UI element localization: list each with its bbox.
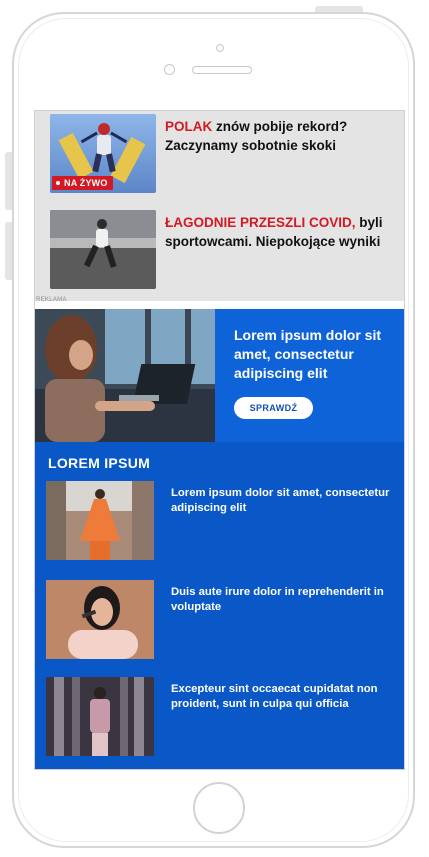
article-thumbnail[interactable] bbox=[46, 481, 154, 560]
check-button[interactable]: SPRAWDŹ bbox=[234, 397, 313, 419]
headline-highlight: POLAK bbox=[165, 119, 213, 134]
phone-screen: NA ŻYWO POLAK znów pobije rekord? Zaczyn… bbox=[34, 110, 405, 770]
live-dot-icon bbox=[56, 180, 60, 185]
volume-down-button bbox=[5, 222, 12, 280]
article-text: Excepteur sint occaecat cupidatat non pr… bbox=[171, 683, 378, 710]
article-text: Duis aute irure dolor in reprehenderit i… bbox=[171, 586, 384, 613]
article-thumbnail[interactable] bbox=[46, 677, 154, 756]
article-card[interactable]: Excepteur sint occaecat cupidatat non pr… bbox=[35, 677, 404, 757]
lorem-ipsum-section: LOREM IPSUM Lorem ipsum dolor sit amet, … bbox=[35, 442, 404, 769]
ad-label: REKLAMA bbox=[36, 297, 67, 303]
news-item[interactable]: ŁAGODNIE PRZESZLI COVID, byli sportowcam… bbox=[35, 210, 404, 290]
article-text: Lorem ipsum dolor sit amet, consectetur … bbox=[171, 487, 390, 514]
live-badge-label: NA ŻYWO bbox=[64, 178, 108, 188]
earpiece-speaker bbox=[192, 66, 252, 74]
ski-jumper-thumbnail[interactable]: NA ŻYWO bbox=[50, 114, 156, 193]
article-card[interactable]: Duis aute irure dolor in reprehenderit i… bbox=[35, 580, 404, 660]
runner-thumbnail[interactable] bbox=[50, 210, 156, 289]
home-button[interactable] bbox=[193, 782, 245, 834]
volume-up-button bbox=[5, 152, 12, 210]
front-camera-icon bbox=[164, 64, 175, 75]
section-title: LOREM IPSUM bbox=[48, 455, 151, 471]
article-card[interactable]: Lorem ipsum dolor sit amet, consectetur … bbox=[35, 481, 404, 561]
news-headline[interactable]: ŁAGODNIE PRZESZLI COVID, byli sportowcam… bbox=[165, 213, 401, 251]
proximity-sensor-icon bbox=[216, 44, 224, 52]
ad-banner[interactable]: Lorem ipsum dolor sit amet, consectetur … bbox=[35, 309, 404, 442]
news-headline[interactable]: POLAK znów pobije rekord? Zaczynamy sobo… bbox=[165, 117, 401, 155]
laptop-woman-image[interactable] bbox=[35, 309, 215, 442]
ad-title: Lorem ipsum dolor sit amet, consectetur … bbox=[234, 327, 382, 381]
power-button bbox=[315, 6, 363, 12]
article-thumbnail[interactable] bbox=[46, 580, 154, 659]
news-item[interactable]: NA ŻYWO POLAK znów pobije rekord? Zaczyn… bbox=[35, 114, 404, 194]
news-list: NA ŻYWO POLAK znów pobije rekord? Zaczyn… bbox=[35, 111, 404, 301]
live-badge: NA ŻYWO bbox=[52, 176, 113, 190]
headline-highlight: ŁAGODNIE PRZESZLI COVID, bbox=[165, 215, 356, 230]
